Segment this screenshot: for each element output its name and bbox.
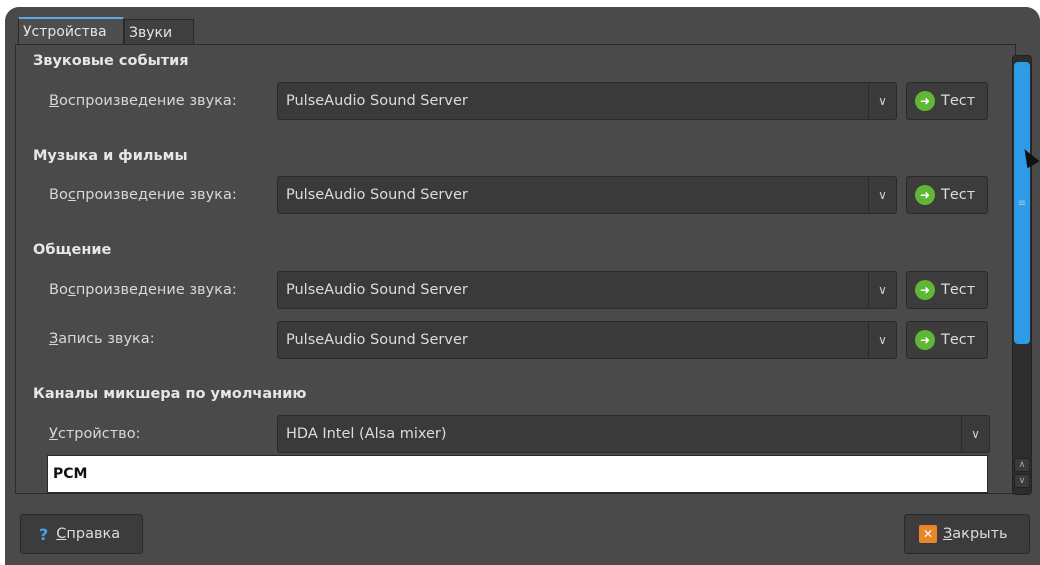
section-title-mixer: Каналы микшера по умолчанию [33, 386, 307, 402]
play-arrow-icon: ➜ [915, 185, 935, 205]
select-value: PulseAudio Sound Server [286, 187, 468, 203]
close-button[interactable]: ✕ Закрыть [904, 514, 1030, 554]
label-mnemonic: с [67, 187, 76, 203]
label-text: оспроизведение звука: [58, 93, 237, 109]
label-mnemonic: З [49, 331, 59, 347]
mixer-device-label: Устройство: [49, 426, 140, 442]
communication-playback-test-button[interactable]: ➜ Тест [906, 271, 988, 309]
label-mnemonic: с [67, 282, 76, 298]
chevron-down-icon[interactable]: ∨ [868, 322, 896, 358]
communication-record-label: Запись звука: [49, 331, 155, 347]
sound-events-playback-select[interactable]: PulseAudio Sound Server ∨ [277, 82, 897, 120]
chevron-down-icon[interactable]: ∨ [868, 83, 896, 119]
scrollbar-thumb[interactable]: ≡ [1014, 62, 1030, 344]
label-text-start: Во [49, 187, 68, 203]
section-title-music-movies: Музыка и фильмы [33, 148, 188, 164]
tab-sounds[interactable]: Звуки [124, 19, 194, 45]
label-mnemonic: В [49, 93, 59, 109]
close-icon: ✕ [919, 525, 937, 543]
communication-record-select[interactable]: PulseAudio Sound Server ∨ [277, 321, 897, 359]
mixer-device-select[interactable]: HDA Intel (Alsa mixer) ∨ [277, 415, 990, 453]
label-text: стройство: [57, 426, 141, 442]
communication-playback-label: Воспроизведение звука: [49, 282, 237, 298]
test-label: Тест [941, 332, 976, 348]
scroll-down-icon[interactable]: ∨ [1014, 474, 1030, 488]
help-mnemonic: С [56, 526, 67, 542]
test-label: Тест [941, 282, 976, 298]
sound-events-test-button[interactable]: ➜ Тест [906, 82, 988, 120]
label-text: произведение звука: [75, 187, 237, 203]
label-text-start: Во [49, 282, 68, 298]
select-value: PulseAudio Sound Server [286, 93, 468, 109]
test-label: Тест [941, 93, 976, 109]
help-label: правка [66, 526, 121, 542]
chevron-down-icon[interactable]: ∨ [868, 272, 896, 308]
play-arrow-icon: ➜ [915, 91, 935, 111]
select-value: HDA Intel (Alsa mixer) [286, 426, 447, 442]
music-playback-label: Воспроизведение звука: [49, 187, 237, 203]
chevron-down-icon[interactable]: ∨ [868, 177, 896, 213]
communication-playback-select[interactable]: PulseAudio Sound Server ∨ [277, 271, 897, 309]
help-button[interactable]: ? Справка [20, 514, 143, 554]
music-test-button[interactable]: ➜ Тест [906, 176, 988, 214]
label-mnemonic: У [49, 426, 58, 442]
communication-record-test-button[interactable]: ➜ Тест [906, 321, 988, 359]
select-value: PulseAudio Sound Server [286, 282, 468, 298]
sound-events-playback-label: Воспроизведение звука: [49, 93, 237, 109]
mixer-channel-list-item[interactable]: PCM [47, 455, 988, 493]
scroll-up-icon[interactable]: ∧ [1014, 458, 1030, 472]
play-arrow-icon: ➜ [915, 330, 935, 350]
label-text: апись звука: [58, 331, 155, 347]
close-mnemonic: З [943, 526, 953, 542]
close-label: акрыть [952, 526, 1008, 542]
tab-devices[interactable]: Устройства [18, 17, 124, 45]
select-value: PulseAudio Sound Server [286, 332, 468, 348]
help-icon: ? [39, 524, 49, 544]
test-label: Тест [941, 187, 976, 203]
music-playback-select[interactable]: PulseAudio Sound Server ∨ [277, 176, 897, 214]
chevron-down-icon[interactable]: ∨ [961, 416, 989, 452]
section-title-communication: Общение [33, 242, 112, 258]
play-arrow-icon: ➜ [915, 280, 935, 300]
section-title-sound-events: Звуковые события [33, 53, 189, 69]
label-text: произведение звука: [75, 282, 237, 298]
